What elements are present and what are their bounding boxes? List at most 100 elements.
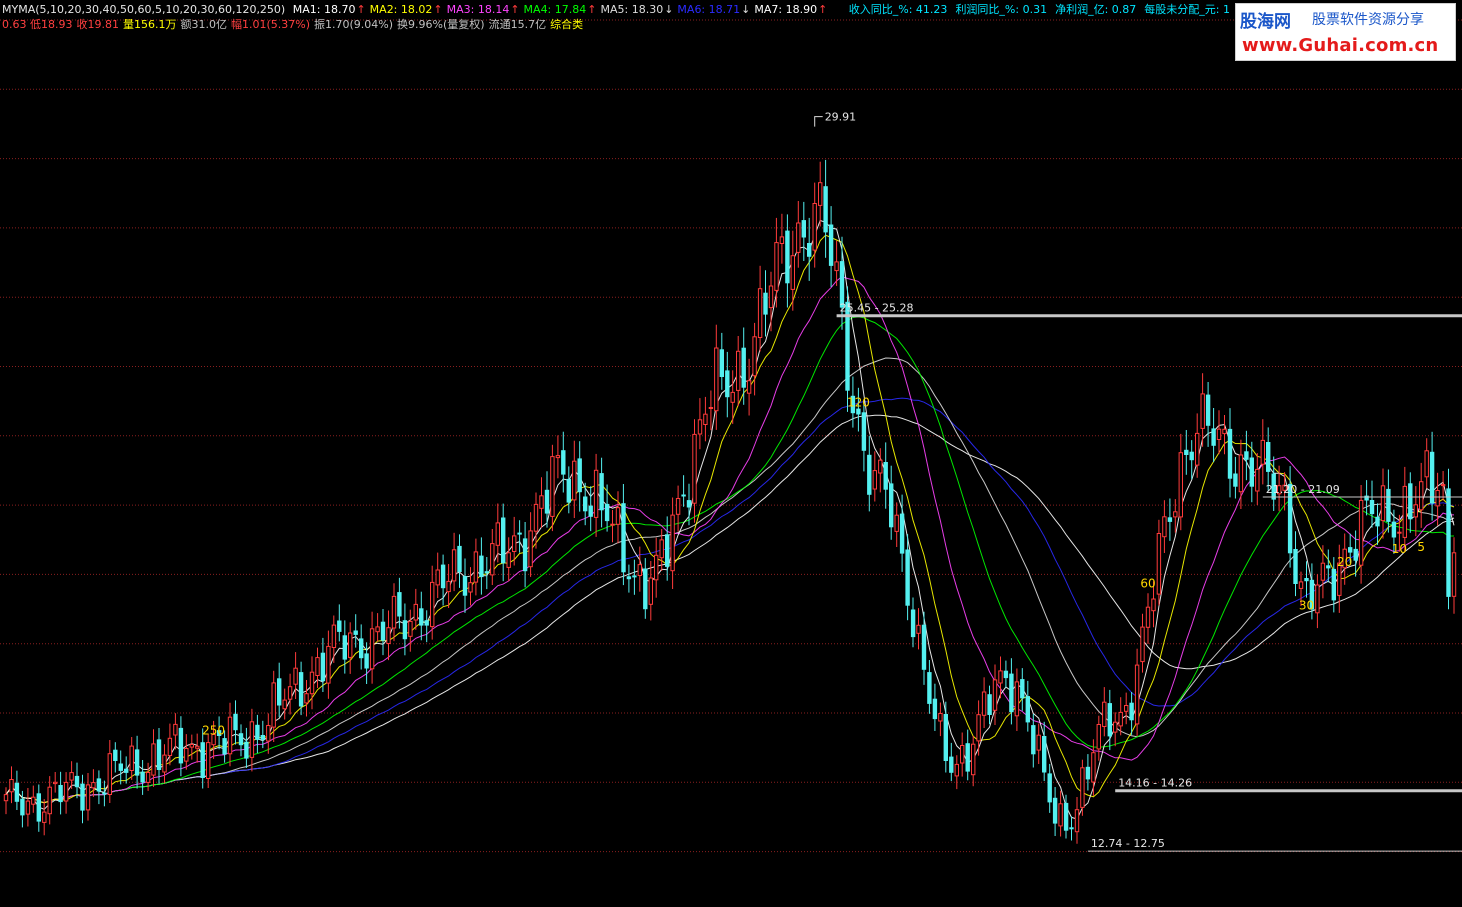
candle-down <box>1244 451 1249 460</box>
candle-up <box>249 721 255 758</box>
candle-down <box>626 576 632 580</box>
candle-down <box>604 503 610 522</box>
candle-down <box>1184 449 1189 455</box>
candle-up <box>779 236 785 244</box>
candle-up <box>878 459 883 474</box>
candle-down <box>320 652 326 682</box>
quote-item: 振1.70(9.04%) <box>314 18 394 31</box>
candle-up <box>1102 701 1107 728</box>
candle-up <box>736 350 741 391</box>
candle-up <box>309 671 315 695</box>
cycle-label: 60 <box>1140 577 1155 591</box>
candle-up <box>774 242 779 291</box>
site-logo[interactable]: 股海网 股票软件资源分享 www.Guhai.com.cn <box>1235 3 1456 61</box>
logo-tagline: 股票软件资源分享 <box>1312 12 1424 28</box>
fundamental-item: 收入同比_%: 41.23 <box>848 3 948 16</box>
candle-down <box>1107 703 1112 737</box>
candle-up <box>796 222 801 253</box>
candle-down <box>479 555 484 578</box>
candle-down <box>965 743 970 772</box>
kline-chart-window: 25.45 - 25.28 21.20 - 21.09 14.16 - 14.26 1… <box>0 0 1462 907</box>
candle-up <box>555 455 561 459</box>
candle-down <box>1331 568 1336 601</box>
candle-down <box>1446 488 1451 597</box>
candle-up <box>1091 752 1096 783</box>
candle-up <box>1440 484 1446 487</box>
candle-up <box>1216 428 1222 441</box>
candle-up <box>1145 606 1151 628</box>
ma-trend-arrow: ↑ <box>433 3 443 16</box>
candle-up <box>1424 450 1429 478</box>
ma-value-2: MA2: 18.02 <box>369 3 433 16</box>
candle-up <box>1036 734 1041 751</box>
candle-down <box>1085 766 1091 780</box>
candle-down <box>588 505 593 517</box>
cycle-label: 5 <box>1417 540 1425 554</box>
quote-item: 流通15.7亿 <box>488 18 547 31</box>
candle-down <box>807 243 812 257</box>
candle-up <box>151 743 156 776</box>
candle-up <box>818 182 823 206</box>
price-chart[interactable]: 25.45 - 25.28 21.20 - 21.09 14.16 - 14.26 1… <box>0 0 1462 907</box>
candle-down <box>577 458 582 493</box>
candle-down <box>238 733 244 746</box>
cycle-label: 120 <box>847 395 870 409</box>
candle-up <box>998 670 1003 684</box>
candle-down <box>1369 500 1375 515</box>
candle-up <box>266 725 271 742</box>
ma-value-1: MA1: 18.70 <box>292 3 356 16</box>
candle-down <box>522 538 528 572</box>
candle-down <box>1167 517 1173 522</box>
candle-down <box>686 500 692 508</box>
candle-down <box>1031 725 1036 755</box>
candle-down <box>1249 457 1254 487</box>
cycle-label: 30 <box>1299 598 1314 612</box>
candle-up <box>435 569 440 586</box>
candle-down <box>856 408 861 415</box>
ma-trend-arrow: ↓ <box>664 3 674 16</box>
candle-down <box>1052 797 1058 824</box>
candle-down <box>763 292 768 315</box>
ma-trend-arrow: ↑ <box>818 3 828 16</box>
cycle-label: 20 <box>1337 555 1352 569</box>
indicator-name: MYMA(5,10,20,30,40,50,60,5,10,20,30,60,1… <box>2 3 286 16</box>
candle-up <box>1195 432 1200 466</box>
candle-down <box>397 592 402 617</box>
candle-down <box>457 545 462 573</box>
cycle-label: 250 <box>202 724 225 738</box>
candle-down <box>124 768 129 773</box>
candle-down <box>74 775 80 788</box>
price-range-label: 12.74 - 12.75 <box>1091 837 1165 850</box>
candle-down <box>200 742 205 779</box>
candle-up <box>326 645 331 684</box>
candle-down <box>1233 473 1238 487</box>
candle-up <box>512 535 517 553</box>
candle-up <box>708 407 714 409</box>
candle-up <box>960 745 965 764</box>
candle-up <box>648 577 653 605</box>
candle-up <box>872 470 877 490</box>
ma-value-3: MA3: 18.14 <box>446 3 510 16</box>
candle-down <box>140 771 145 783</box>
candle-down <box>1042 736 1047 773</box>
price-range-label: 25.45 - 25.28 <box>840 302 914 315</box>
candle-down <box>889 483 894 528</box>
candle-up <box>670 514 675 572</box>
ma-trend-arrow: ↑ <box>510 3 520 16</box>
candle-up <box>1200 393 1205 429</box>
candle-down <box>134 749 140 776</box>
candle-down <box>36 793 41 822</box>
candle-up <box>391 595 397 629</box>
candle-up <box>451 549 457 582</box>
candle-up <box>752 336 757 377</box>
candle-up <box>189 744 195 748</box>
candle-down <box>178 727 184 764</box>
candle-down <box>905 549 910 606</box>
candle-up <box>1222 428 1227 435</box>
candle-up <box>572 460 577 501</box>
candle-up <box>768 285 774 309</box>
candle-up <box>1014 681 1020 717</box>
candle-up <box>938 713 943 722</box>
candle-up <box>408 620 413 637</box>
candle-up <box>227 716 233 755</box>
